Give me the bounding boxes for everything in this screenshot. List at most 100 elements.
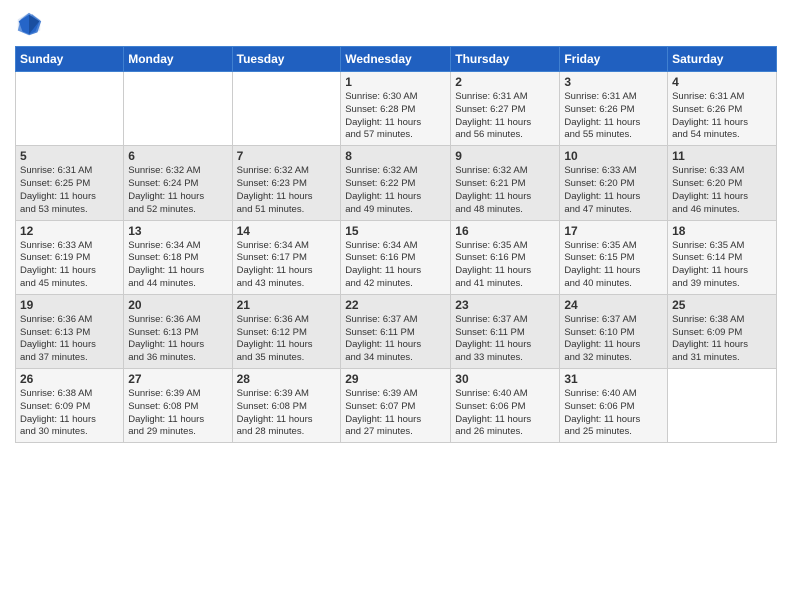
day-info: Sunrise: 6:32 AM Sunset: 6:22 PM Dayligh…	[345, 165, 446, 216]
day-info: Sunrise: 6:39 AM Sunset: 6:08 PM Dayligh…	[237, 388, 337, 439]
calendar-cell: 8 Sunrise: 6:32 AM Sunset: 6:22 PM Daylig…	[341, 146, 451, 220]
day-of-week-header: Sunday	[16, 47, 124, 72]
day-number: 3	[564, 75, 663, 89]
calendar-cell: 19Sunrise: 6:36 AM Sunset: 6:13 PM Dayli…	[16, 294, 124, 368]
day-info: Sunrise: 6:36 AM Sunset: 6:13 PM Dayligh…	[128, 314, 227, 365]
day-info: Sunrise: 6:35 AM Sunset: 6:16 PM Dayligh…	[455, 240, 555, 291]
day-number: 16	[455, 224, 555, 238]
day-number: 2	[455, 75, 555, 89]
calendar-week-row: 26 Sunrise: 6:38 AM Sunset: 6:09 PM Dayli…	[16, 369, 777, 443]
page-container: SundayMondayTuesdayWednesdayThursdayFrid…	[0, 0, 792, 453]
calendar-table: SundayMondayTuesdayWednesdayThursdayFrid…	[15, 46, 777, 443]
calendar-cell: 31 Sunrise: 6:40 AM Sunset: 6:06 PM Dayli…	[560, 369, 668, 443]
day-info: Sunrise: 6:32 AM Sunset: 6:23 PM Dayligh…	[237, 165, 337, 216]
day-info: Sunrise: 6:31 AM Sunset: 6:27 PM Dayligh…	[455, 91, 555, 142]
calendar-cell	[124, 72, 232, 146]
calendar-cell: 3 Sunrise: 6:31 AM Sunset: 6:26 PM Daylig…	[560, 72, 668, 146]
day-info: Sunrise: 6:33 AM Sunset: 6:20 PM Dayligh…	[564, 165, 663, 216]
day-info: Sunrise: 6:38 AM Sunset: 6:09 PM Dayligh…	[20, 388, 119, 439]
day-number: 8	[345, 149, 446, 163]
calendar-cell: 18 Sunrise: 6:35 AM Sunset: 6:14 PM Dayli…	[668, 220, 777, 294]
calendar-cell: 21 Sunrise: 6:36 AM Sunset: 6:12 PM Dayli…	[232, 294, 341, 368]
calendar-cell: 1 Sunrise: 6:30 AM Sunset: 6:28 PM Daylig…	[341, 72, 451, 146]
calendar-cell: 6 Sunrise: 6:32 AM Sunset: 6:24 PM Daylig…	[124, 146, 232, 220]
calendar-cell: 14 Sunrise: 6:34 AM Sunset: 6:17 PM Dayli…	[232, 220, 341, 294]
day-info: Sunrise: 6:34 AM Sunset: 6:18 PM Dayligh…	[128, 240, 227, 291]
calendar-cell: 7 Sunrise: 6:32 AM Sunset: 6:23 PM Daylig…	[232, 146, 341, 220]
day-of-week-header: Wednesday	[341, 47, 451, 72]
day-of-week-header: Thursday	[451, 47, 560, 72]
day-info: Sunrise: 6:35 AM Sunset: 6:15 PM Dayligh…	[564, 240, 663, 291]
calendar-cell: 10 Sunrise: 6:33 AM Sunset: 6:20 PM Dayli…	[560, 146, 668, 220]
day-info: Sunrise: 6:31 AM Sunset: 6:26 PM Dayligh…	[564, 91, 663, 142]
calendar-cell	[16, 72, 124, 146]
calendar-cell: 24 Sunrise: 6:37 AM Sunset: 6:10 PM Dayli…	[560, 294, 668, 368]
day-info: Sunrise: 6:38 AM Sunset: 6:09 PM Dayligh…	[672, 314, 772, 365]
day-number: 10	[564, 149, 663, 163]
calendar-cell: 16 Sunrise: 6:35 AM Sunset: 6:16 PM Dayli…	[451, 220, 560, 294]
calendar-cell: 22 Sunrise: 6:37 AM Sunset: 6:11 PM Dayli…	[341, 294, 451, 368]
day-info: Sunrise: 6:32 AM Sunset: 6:24 PM Dayligh…	[128, 165, 227, 216]
calendar-cell: 2 Sunrise: 6:31 AM Sunset: 6:27 PM Daylig…	[451, 72, 560, 146]
day-of-week-header: Friday	[560, 47, 668, 72]
calendar-week-row: 19Sunrise: 6:36 AM Sunset: 6:13 PM Dayli…	[16, 294, 777, 368]
day-number: 28	[237, 372, 337, 386]
day-number: 22	[345, 298, 446, 312]
calendar-cell: 30 Sunrise: 6:40 AM Sunset: 6:06 PM Dayli…	[451, 369, 560, 443]
day-info: Sunrise: 6:39 AM Sunset: 6:08 PM Dayligh…	[128, 388, 227, 439]
header	[15, 10, 777, 38]
day-info: Sunrise: 6:33 AM Sunset: 6:19 PM Dayligh…	[20, 240, 119, 291]
calendar-cell: 17Sunrise: 6:35 AM Sunset: 6:15 PM Dayli…	[560, 220, 668, 294]
calendar-cell	[232, 72, 341, 146]
day-number: 27	[128, 372, 227, 386]
day-info: Sunrise: 6:33 AM Sunset: 6:20 PM Dayligh…	[672, 165, 772, 216]
day-info: Sunrise: 6:40 AM Sunset: 6:06 PM Dayligh…	[564, 388, 663, 439]
day-number: 18	[672, 224, 772, 238]
calendar-week-row: 12 Sunrise: 6:33 AM Sunset: 6:19 PM Dayli…	[16, 220, 777, 294]
day-info: Sunrise: 6:40 AM Sunset: 6:06 PM Dayligh…	[455, 388, 555, 439]
day-number: 1	[345, 75, 446, 89]
day-number: 12	[20, 224, 119, 238]
day-info: Sunrise: 6:31 AM Sunset: 6:25 PM Dayligh…	[20, 165, 119, 216]
day-info: Sunrise: 6:31 AM Sunset: 6:26 PM Dayligh…	[672, 91, 772, 142]
day-of-week-header: Monday	[124, 47, 232, 72]
calendar-cell: 25Sunrise: 6:38 AM Sunset: 6:09 PM Dayli…	[668, 294, 777, 368]
day-number: 26	[20, 372, 119, 386]
day-number: 31	[564, 372, 663, 386]
header-row: SundayMondayTuesdayWednesdayThursdayFrid…	[16, 47, 777, 72]
day-number: 14	[237, 224, 337, 238]
day-info: Sunrise: 6:36 AM Sunset: 6:12 PM Dayligh…	[237, 314, 337, 365]
logo-icon	[15, 10, 43, 38]
day-info: Sunrise: 6:35 AM Sunset: 6:14 PM Dayligh…	[672, 240, 772, 291]
day-info: Sunrise: 6:32 AM Sunset: 6:21 PM Dayligh…	[455, 165, 555, 216]
calendar-cell: 4Sunrise: 6:31 AM Sunset: 6:26 PM Daylig…	[668, 72, 777, 146]
day-number: 29	[345, 372, 446, 386]
day-number: 13	[128, 224, 227, 238]
day-info: Sunrise: 6:34 AM Sunset: 6:17 PM Dayligh…	[237, 240, 337, 291]
logo	[15, 10, 47, 38]
calendar-cell: 9 Sunrise: 6:32 AM Sunset: 6:21 PM Daylig…	[451, 146, 560, 220]
day-number: 9	[455, 149, 555, 163]
day-number: 24	[564, 298, 663, 312]
calendar-cell: 23Sunrise: 6:37 AM Sunset: 6:11 PM Dayli…	[451, 294, 560, 368]
day-number: 20	[128, 298, 227, 312]
day-number: 15	[345, 224, 446, 238]
calendar-cell: 13 Sunrise: 6:34 AM Sunset: 6:18 PM Dayli…	[124, 220, 232, 294]
calendar-cell: 12 Sunrise: 6:33 AM Sunset: 6:19 PM Dayli…	[16, 220, 124, 294]
day-number: 30	[455, 372, 555, 386]
day-info: Sunrise: 6:30 AM Sunset: 6:28 PM Dayligh…	[345, 91, 446, 142]
calendar-week-row: 5Sunrise: 6:31 AM Sunset: 6:25 PM Daylig…	[16, 146, 777, 220]
day-info: Sunrise: 6:37 AM Sunset: 6:10 PM Dayligh…	[564, 314, 663, 365]
day-number: 21	[237, 298, 337, 312]
day-of-week-header: Saturday	[668, 47, 777, 72]
day-of-week-header: Tuesday	[232, 47, 341, 72]
day-info: Sunrise: 6:37 AM Sunset: 6:11 PM Dayligh…	[345, 314, 446, 365]
day-number: 6	[128, 149, 227, 163]
calendar-cell: 29 Sunrise: 6:39 AM Sunset: 6:07 PM Dayli…	[341, 369, 451, 443]
day-info: Sunrise: 6:37 AM Sunset: 6:11 PM Dayligh…	[455, 314, 555, 365]
day-info: Sunrise: 6:34 AM Sunset: 6:16 PM Dayligh…	[345, 240, 446, 291]
day-number: 7	[237, 149, 337, 163]
calendar-cell: 11Sunrise: 6:33 AM Sunset: 6:20 PM Dayli…	[668, 146, 777, 220]
day-info: Sunrise: 6:39 AM Sunset: 6:07 PM Dayligh…	[345, 388, 446, 439]
day-info: Sunrise: 6:36 AM Sunset: 6:13 PM Dayligh…	[20, 314, 119, 365]
